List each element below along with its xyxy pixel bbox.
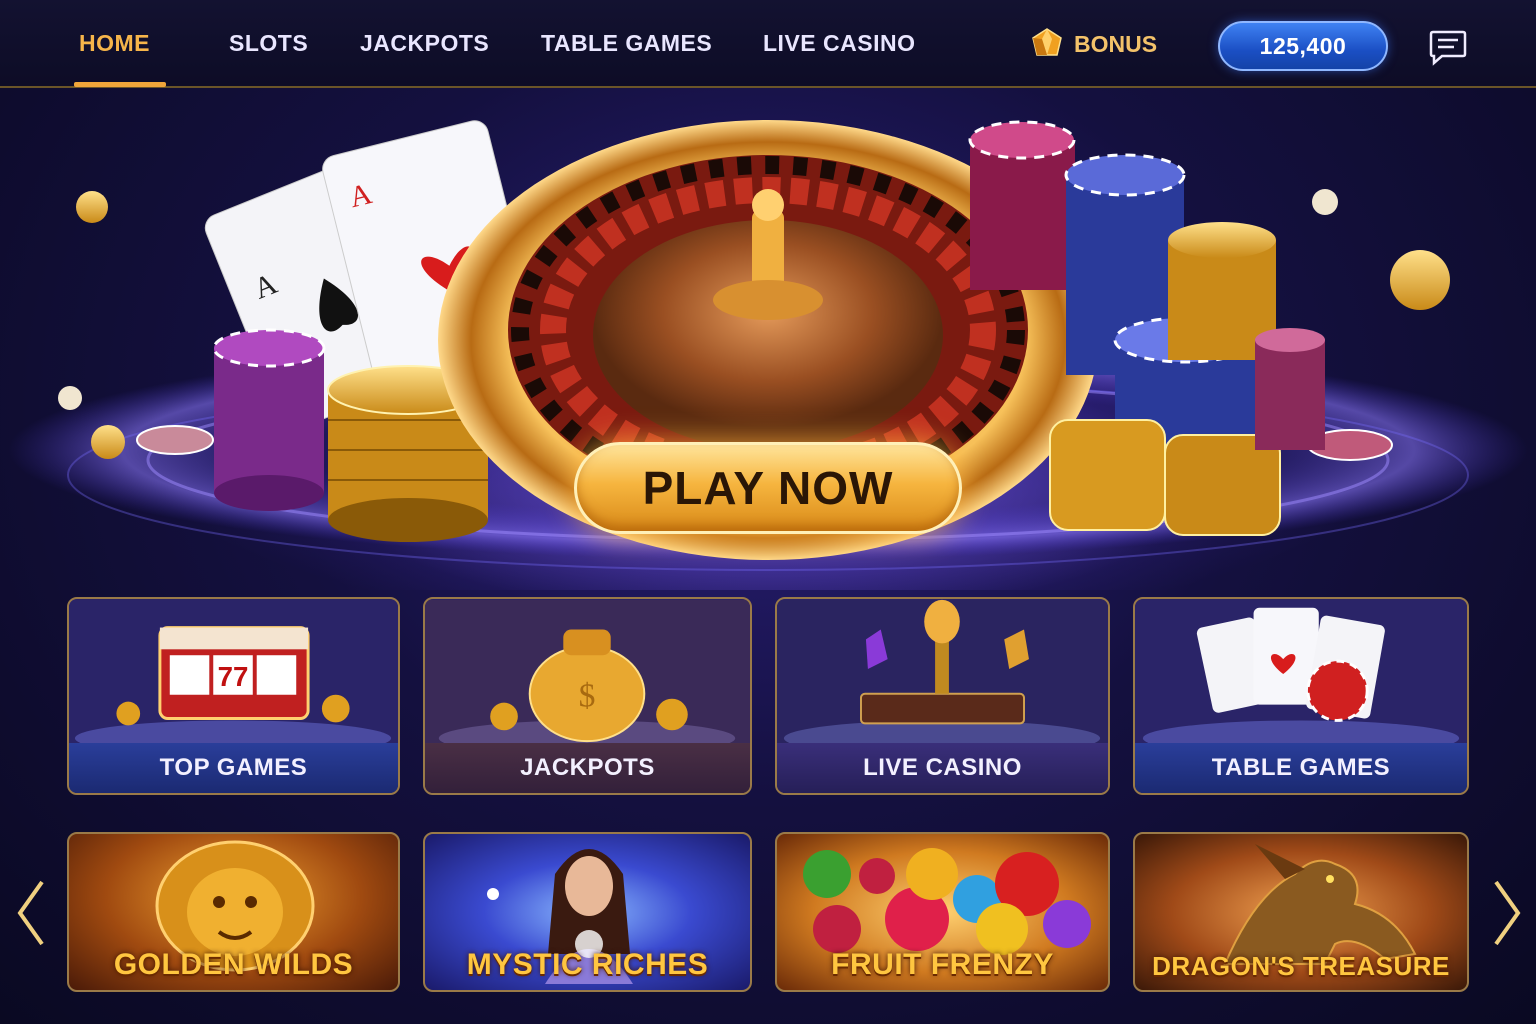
- category-top-games[interactable]: 77 TOP GAMES: [67, 597, 400, 795]
- slot-reel-text: 77: [218, 661, 249, 692]
- hero-banner: A A PLAY NOW: [0, 90, 1536, 590]
- carousel-next-arrow[interactable]: [1492, 880, 1522, 946]
- nav-table-games[interactable]: TABLE GAMES: [541, 30, 712, 57]
- game-title: DRAGON'S TREASURE: [1152, 951, 1450, 981]
- nav-slots[interactable]: SLOTS: [229, 30, 308, 57]
- chat-menu-icon[interactable]: [1428, 28, 1468, 66]
- svg-text:$: $: [579, 678, 596, 715]
- category-label: TABLE GAMES: [1135, 743, 1467, 793]
- category-label: JACKPOTS: [425, 743, 750, 793]
- carousel-prev-arrow[interactable]: [16, 880, 46, 946]
- nav-live-casino[interactable]: LIVE CASINO: [763, 30, 915, 57]
- game-title: MYSTIC RICHES: [466, 948, 709, 981]
- game-title: GOLDEN WILDS: [113, 948, 354, 981]
- playing-cards-icon: [1135, 599, 1467, 749]
- gold-dice: [1049, 419, 1281, 536]
- purple-chip-stack: [212, 328, 326, 511]
- game-mystic-riches[interactable]: MYSTIC RICHES: [423, 832, 752, 992]
- game-title: FRUIT FRENZY: [831, 948, 1054, 981]
- nav-jackpots[interactable]: JACKPOTS: [360, 30, 489, 57]
- pink-chip-stack: [968, 120, 1076, 290]
- top-nav: HOME SLOTS JACKPOTS TABLE GAMES LIVE CAS…: [0, 0, 1536, 88]
- play-now-button[interactable]: PLAY NOW: [574, 442, 962, 534]
- slot-machine-icon: 77: [69, 599, 398, 749]
- category-jackpots[interactable]: $ JACKPOTS: [423, 597, 752, 795]
- game-dragons-treasure[interactable]: DRAGON'S TREASURE: [1133, 832, 1469, 992]
- game-golden-wilds[interactable]: GOLDEN WILDS: [67, 832, 400, 992]
- microphone-icon: [777, 599, 1108, 749]
- game-fruit-frenzy[interactable]: FRUIT FRENZY: [775, 832, 1110, 992]
- category-live-casino[interactable]: LIVE CASINO: [775, 597, 1110, 795]
- balance-display[interactable]: 125,400: [1218, 21, 1388, 71]
- nav-active-indicator: [74, 82, 166, 87]
- category-label: TOP GAMES: [69, 743, 398, 793]
- category-label: LIVE CASINO: [777, 743, 1108, 793]
- nav-home[interactable]: HOME: [79, 30, 150, 57]
- category-table-games[interactable]: TABLE GAMES: [1133, 597, 1469, 795]
- gem-icon: [1030, 27, 1064, 61]
- bonus-button[interactable]: BONUS: [1030, 27, 1157, 61]
- bonus-label: BONUS: [1074, 30, 1158, 57]
- money-bag-icon: $: [425, 599, 750, 749]
